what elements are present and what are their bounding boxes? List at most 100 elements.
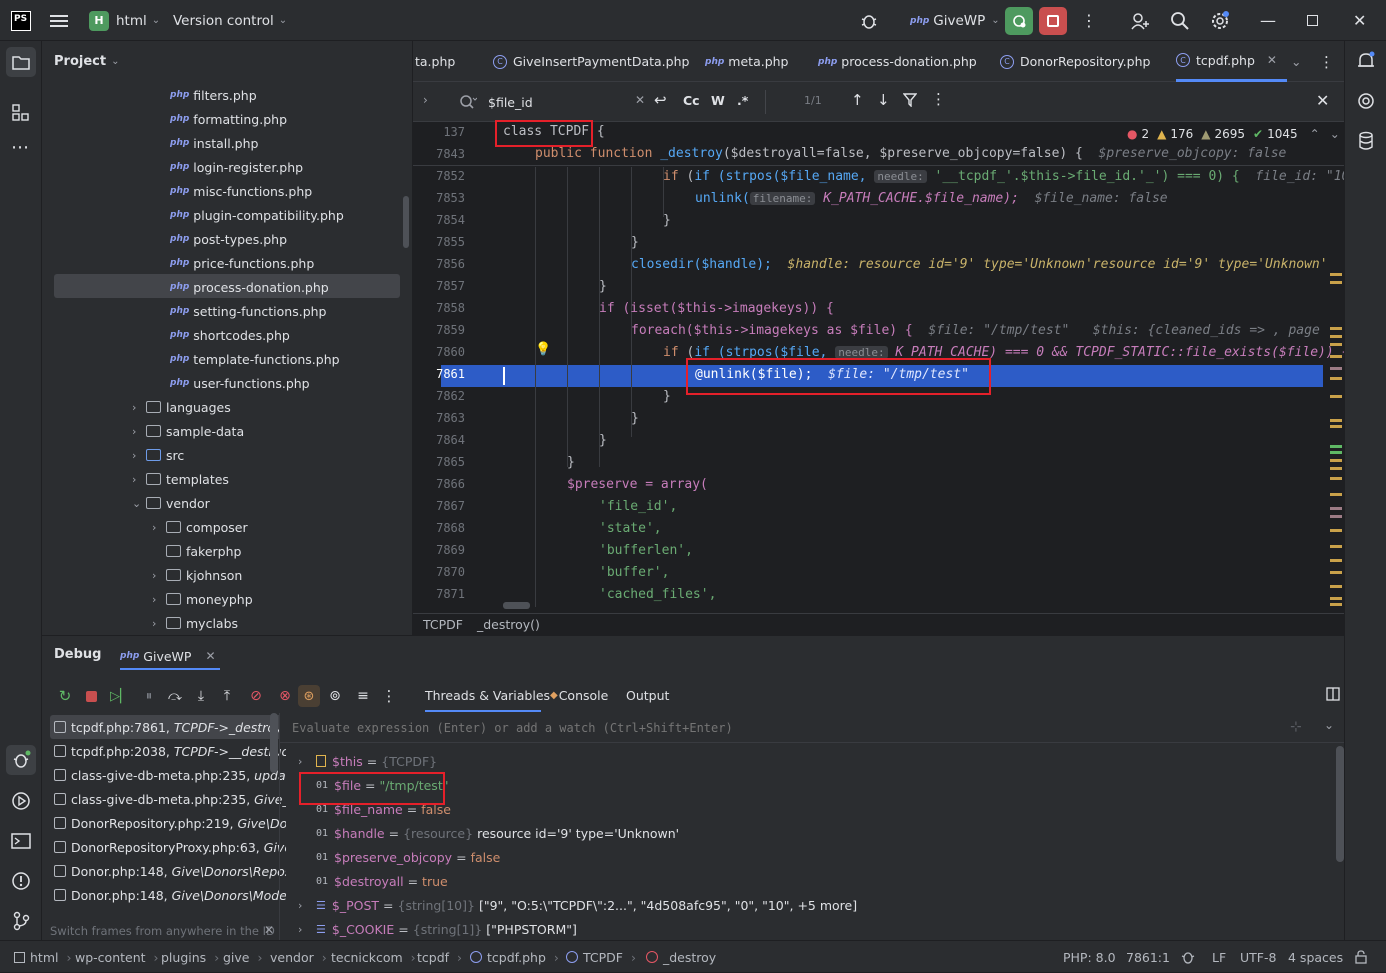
close-find-icon[interactable]: ✕ xyxy=(1316,91,1329,110)
whole-words-toggle[interactable]: W xyxy=(711,93,725,108)
code-line-7870[interactable]: 'buffer', xyxy=(599,565,669,580)
code-line-7854[interactable]: } xyxy=(663,213,671,228)
code-line-7866[interactable]: $preserve = array( xyxy=(567,477,708,492)
view-breakpoints-icon[interactable]: ⊘ xyxy=(240,688,272,704)
stripe-marker[interactable] xyxy=(1330,445,1342,448)
git-tool-button[interactable] xyxy=(11,911,31,934)
chevron-right-icon[interactable]: › xyxy=(152,521,166,534)
tree-folder[interactable]: fakerphp xyxy=(152,539,241,563)
previous-match-icon[interactable]: ↑ xyxy=(851,91,864,109)
chevron-right-icon[interactable]: › xyxy=(152,569,166,582)
tree-file[interactable]: php post-types.php xyxy=(170,227,287,251)
xdebug-icon[interactable] xyxy=(1180,941,1196,973)
tree-file[interactable]: php login-register.php xyxy=(170,155,303,179)
line-number[interactable]: 7854 xyxy=(413,213,465,227)
tree-folder[interactable]: › sample-data xyxy=(132,419,244,443)
maximize-button[interactable] xyxy=(1307,0,1318,41)
mute-breakpoints-icon[interactable]: ⊗ xyxy=(272,688,298,704)
tree-file[interactable]: php plugin-compatibility.php xyxy=(170,203,344,227)
status-path-segment[interactable]: give › xyxy=(223,941,263,973)
stripe-marker[interactable] xyxy=(1330,377,1342,380)
tree-folder[interactable]: › composer xyxy=(152,515,248,539)
code-line-7869[interactable]: 'bufferlen', xyxy=(599,543,693,558)
stripe-marker[interactable] xyxy=(1330,355,1342,358)
status-path-segment[interactable]: tecnickcom › xyxy=(331,941,416,973)
variable-row[interactable]: › $this = {TCPDF} xyxy=(298,749,441,773)
caret-position[interactable]: 7861:1 xyxy=(1126,941,1170,973)
breadcrumb-method[interactable]: _destroy() xyxy=(477,617,540,632)
close-hint-icon[interactable]: ✕ xyxy=(264,923,274,937)
stack-frame[interactable]: DonorRepository.php:219,Give\Don xyxy=(50,811,286,835)
chevron-right-icon[interactable]: › xyxy=(298,923,312,936)
tree-folder[interactable]: › myclabs xyxy=(152,611,238,635)
chevron-right-icon[interactable]: › xyxy=(132,401,146,414)
find-more-icon[interactable]: ⋮ xyxy=(931,90,946,108)
tree-folder[interactable]: › languages xyxy=(132,395,231,419)
code-line-7858[interactable]: if (isset($this->imagekeys)) { xyxy=(599,301,834,316)
tree-folder[interactable]: › kjohnson xyxy=(152,563,242,587)
status-path-segment[interactable]: plugins › xyxy=(161,941,219,973)
php-version[interactable]: PHP: 8.0 xyxy=(1063,941,1116,973)
tree-folder[interactable]: › moneyphp xyxy=(152,587,253,611)
line-number[interactable]: 7868 xyxy=(413,521,465,535)
services-tool-button[interactable] xyxy=(11,791,31,814)
line-number[interactable]: 7856 xyxy=(413,257,465,271)
more-options-icon[interactable]: ⋮ xyxy=(1081,0,1097,41)
tree-file[interactable]: php user-functions.php xyxy=(170,371,310,395)
problems-tool-button[interactable] xyxy=(11,871,31,894)
stack-frame[interactable]: Donor.php:148, Give\Donors\Repos xyxy=(50,859,286,883)
code-line-7857[interactable]: } xyxy=(599,279,607,294)
tree-file[interactable]: php misc-functions.php xyxy=(170,179,312,203)
debug-more-icon[interactable]: ⋮ xyxy=(376,687,402,705)
line-number[interactable]: 7864 xyxy=(413,433,465,447)
database-tool-button[interactable] xyxy=(1356,131,1376,154)
close-window-button[interactable]: ✕ xyxy=(1353,0,1366,41)
step-into-icon[interactable]: ⤓ xyxy=(188,688,214,704)
clear-search-icon[interactable]: ✕ xyxy=(635,93,645,107)
stripe-marker[interactable] xyxy=(1330,425,1342,428)
stack-frame[interactable]: class-give-db-meta.php:235,update_ xyxy=(50,763,286,787)
line-number[interactable]: 7853 xyxy=(413,191,465,205)
evaluate-icon[interactable]: ≡ xyxy=(350,688,376,704)
tab-process-donation[interactable]: php process-donation.php xyxy=(818,41,977,82)
chevron-up-icon[interactable]: ⌃ xyxy=(1310,127,1320,141)
debug-tool-button[interactable] xyxy=(6,745,36,775)
line-number[interactable]: 7865 xyxy=(413,455,465,469)
close-tab-icon[interactable]: ✕ xyxy=(1267,53,1277,67)
chevron-right-icon[interactable]: › xyxy=(132,425,146,438)
tab-output[interactable]: Output xyxy=(626,688,669,703)
chevron-down-icon[interactable]: ⌄ xyxy=(1330,127,1340,141)
tree-file[interactable]: php filters.php xyxy=(170,83,257,107)
project-tool-button[interactable] xyxy=(6,47,36,77)
tree-folder[interactable]: › templates xyxy=(132,467,229,491)
indent-setting[interactable]: 4 spaces xyxy=(1288,941,1343,973)
stripe-marker[interactable] xyxy=(1330,327,1342,330)
stripe-marker[interactable] xyxy=(1330,571,1342,574)
stripe-marker[interactable] xyxy=(1330,395,1342,398)
stripe-marker[interactable] xyxy=(1330,507,1342,510)
tab-tcpdf[interactable]: C tcpdf.php ✕ xyxy=(1176,41,1287,82)
line-number[interactable]: 7870 xyxy=(413,565,465,579)
stripe-marker[interactable] xyxy=(1330,515,1342,518)
code-line-7852[interactable]: if (if (strpos($file_name, needle: '__tc… xyxy=(663,169,1344,184)
tree-folder[interactable]: ⌄ vendor xyxy=(132,491,210,515)
error-stripe[interactable] xyxy=(1328,167,1344,607)
code-line-7868[interactable]: 'state', xyxy=(599,521,662,536)
line-number[interactable]: 7869 xyxy=(413,543,465,557)
horizontal-scrollbar[interactable] xyxy=(503,602,530,609)
breadcrumb-class[interactable]: TCPDF xyxy=(423,617,463,632)
tab-meta[interactable]: php meta.php xyxy=(705,41,789,82)
lock-icon[interactable] xyxy=(1354,941,1368,973)
listen-debug-icon[interactable]: ⊛ xyxy=(298,685,320,707)
file-encoding[interactable]: UTF-8 xyxy=(1240,941,1276,973)
line-number[interactable]: 7867 xyxy=(413,499,465,513)
regex-toggle[interactable]: .* xyxy=(737,93,748,108)
stripe-marker[interactable] xyxy=(1330,493,1342,496)
minimize-button[interactable]: — xyxy=(1260,0,1276,41)
tree-folder[interactable]: › src xyxy=(132,443,184,467)
stack-frame[interactable]: class-give-db-meta.php:235,Give_DB xyxy=(50,787,286,811)
stop-button[interactable] xyxy=(1039,0,1067,41)
search-icon[interactable] xyxy=(1170,0,1190,41)
rerun-debug-button[interactable] xyxy=(1005,0,1033,41)
status-path-segment[interactable]: _destroy xyxy=(646,941,716,973)
